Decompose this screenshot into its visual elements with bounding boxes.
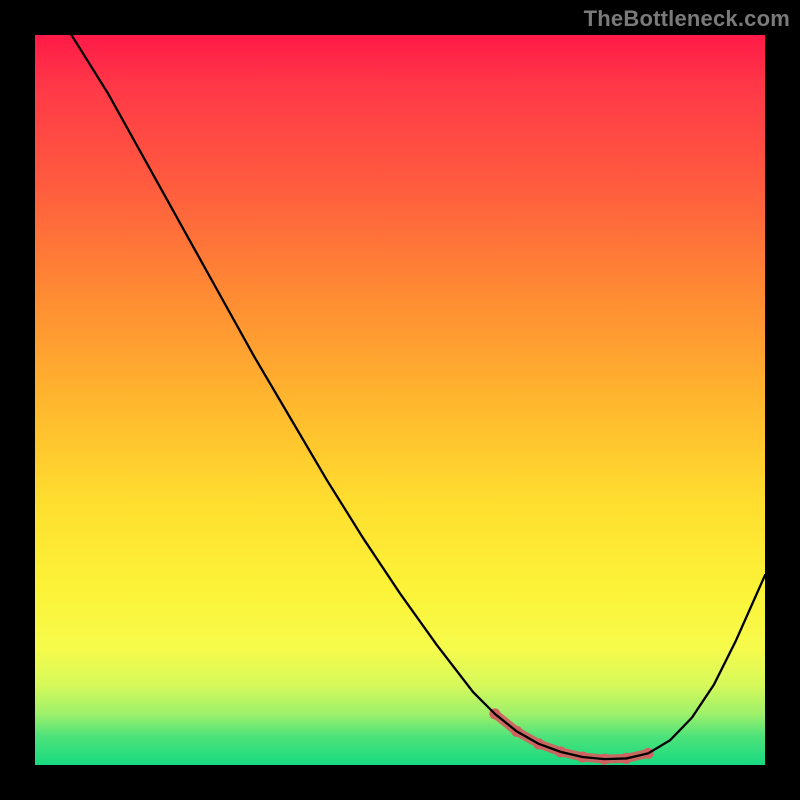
- curve-svg: [35, 35, 765, 765]
- chart-stage: TheBottleneck.com: [0, 0, 800, 800]
- plot-area: [35, 35, 765, 765]
- watermark-text: TheBottleneck.com: [584, 6, 790, 32]
- curve-line: [72, 35, 766, 759]
